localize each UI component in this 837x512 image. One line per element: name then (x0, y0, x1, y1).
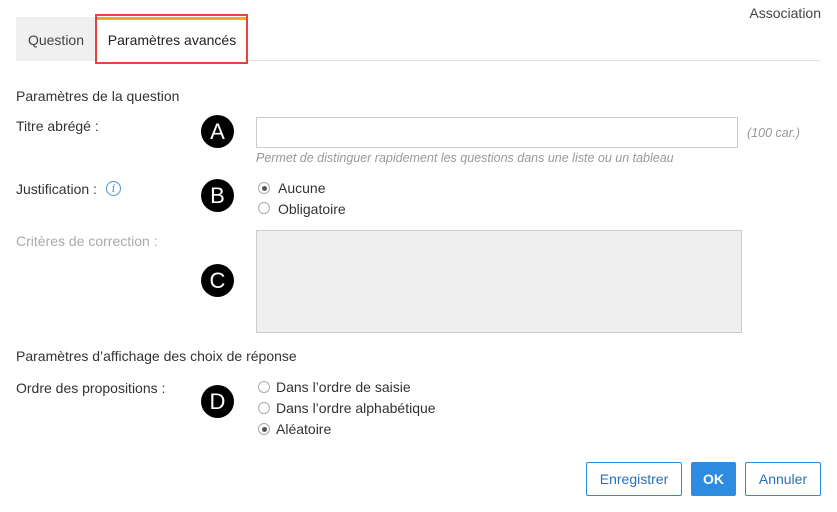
marker-a: A (201, 115, 234, 148)
criteria-textarea (256, 230, 742, 333)
tab-highlight-frame (95, 14, 248, 64)
tab-question[interactable]: Question (16, 17, 96, 61)
section-title-display: Paramètres d’affichage des choix de répo… (16, 348, 297, 364)
cancel-button[interactable]: Annuler (745, 462, 821, 496)
radio-label-aucune: Aucune (278, 180, 326, 196)
radio-order-random[interactable] (258, 423, 270, 435)
section-title-question: Paramètres de la question (16, 88, 180, 104)
ok-button[interactable]: OK (691, 462, 736, 496)
radio-justification-obligatoire[interactable] (258, 202, 270, 214)
radio-label-order-entry: Dans l’ordre de saisie (276, 379, 411, 395)
justification-label: Justification : (16, 181, 97, 197)
info-icon[interactable]: i (106, 181, 121, 196)
char-limit-hint: (100 car.) (747, 126, 801, 140)
radio-label-order-alphabetical: Dans l’ordre alphabétique (276, 400, 436, 416)
radio-justification-aucune[interactable] (258, 182, 270, 194)
radio-label-obligatoire: Obligatoire (278, 201, 346, 217)
radio-order-alphabetical[interactable] (258, 402, 270, 414)
short-title-label: Titre abrégé : (16, 118, 99, 134)
criteria-label: Critères de correction : (16, 233, 158, 249)
short-title-input[interactable] (256, 117, 738, 148)
marker-b: B (201, 179, 234, 212)
marker-d: D (201, 385, 234, 418)
order-label: Ordre des propositions : (16, 380, 166, 396)
radio-label-order-random: Aléatoire (276, 421, 332, 437)
radio-order-entry[interactable] (258, 381, 270, 393)
short-title-hint: Permet de distinguer rapidement les ques… (256, 151, 674, 165)
save-button[interactable]: Enregistrer (586, 462, 682, 496)
marker-c: C (201, 264, 234, 297)
